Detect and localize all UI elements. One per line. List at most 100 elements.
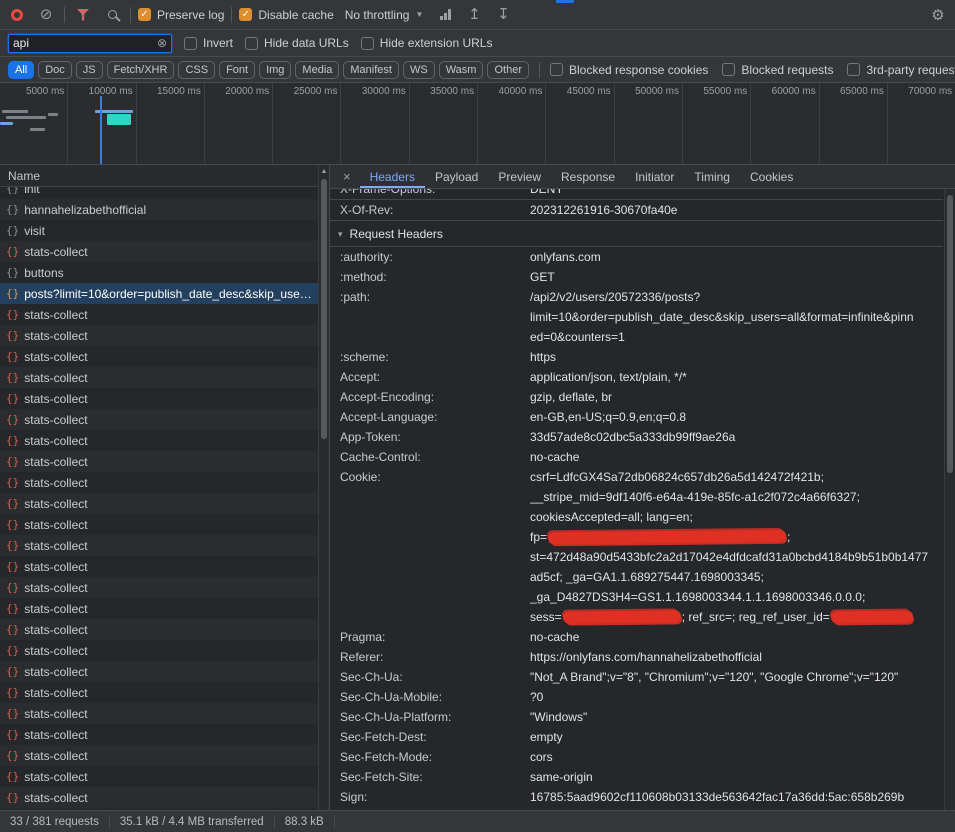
request-row[interactable]: {} stats-collect [0, 766, 318, 787]
checkbox-3rd-party-requests[interactable]: ✓3rd-party requests [847, 63, 955, 77]
name-header-label: Name [8, 169, 40, 183]
request-row[interactable]: {}stats-collect [0, 430, 318, 451]
clear-button[interactable]: ⊘ [35, 4, 57, 26]
file-type-icon: {} [6, 770, 19, 783]
tab-cookies[interactable]: Cookies [740, 165, 803, 188]
tab-initiator[interactable]: Initiator [625, 165, 684, 188]
disable-cache-checkbox[interactable]: ✓ Disable cache [239, 8, 333, 22]
throttling-dropdown[interactable]: No throttling ▼ [341, 8, 428, 22]
timeline-tick: 35000 ms [410, 83, 478, 164]
header-value-line: _ga_D4827DS3H4=GS1.1.1698003344.1.1.1698… [530, 587, 937, 607]
header-row: Sec-Ch-Ua-Mobile:?0 [330, 687, 943, 707]
filter-input[interactable] [13, 36, 157, 50]
tab-preview[interactable]: Preview [488, 165, 551, 188]
file-type-icon: {} [6, 749, 19, 762]
tab-payload[interactable]: Payload [425, 165, 488, 188]
filter-toggle-button[interactable] [72, 4, 94, 26]
request-row[interactable]: {}stats-collect [0, 556, 318, 577]
type-filter-manifest[interactable]: Manifest [343, 61, 399, 79]
request-row[interactable]: {}stats-collect [0, 787, 318, 808]
scroll-up-icon[interactable]: ▲ [319, 165, 329, 175]
type-filter-doc[interactable]: Doc [38, 61, 72, 79]
checkbox-blocked-response-cookies[interactable]: ✓Blocked response cookies [550, 63, 708, 77]
request-row[interactable]: {}stats-collect [0, 682, 318, 703]
request-row[interactable]: {}stats-collect [0, 241, 318, 262]
request-row[interactable]: {}stats-collect [0, 493, 318, 514]
type-filter-font[interactable]: Font [219, 61, 255, 79]
type-filter-img[interactable]: Img [259, 61, 291, 79]
header-name: Sign: [340, 787, 530, 807]
import-har-button[interactable]: ↥ [463, 4, 485, 26]
network-conditions-button[interactable] [434, 4, 456, 26]
tab-timing[interactable]: Timing [684, 165, 740, 188]
request-row[interactable]: {}stats-collect [0, 367, 318, 388]
type-filter-bar: AllDocJSFetch/XHRCSSFontImgMediaManifest… [0, 57, 955, 83]
request-row[interactable]: {}visit [0, 220, 318, 241]
type-filter-css[interactable]: CSS [178, 61, 215, 79]
request-name: stats-collect [24, 329, 87, 343]
header-value: DENY [530, 189, 943, 199]
detail-tabs: HeadersPayloadPreviewResponseInitiatorTi… [360, 165, 804, 188]
request-row[interactable]: {}stats-collect [0, 535, 318, 556]
checkbox-blocked-requests[interactable]: ✓Blocked requests [722, 63, 833, 77]
scrollbar-thumb[interactable] [321, 179, 327, 439]
detail-scrollbar[interactable] [944, 189, 955, 810]
record-button[interactable] [6, 4, 28, 26]
request-name: stats-collect [24, 770, 87, 784]
search-button[interactable] [101, 4, 123, 26]
request-row[interactable]: {}stats-collect [0, 745, 318, 766]
request-row[interactable]: {}stats-collect [0, 619, 318, 640]
search-icon [108, 10, 117, 19]
export-har-button[interactable]: ↧ [492, 4, 514, 26]
checkbox-unchecked-icon: ✓ [847, 63, 860, 76]
type-filter-other[interactable]: Other [487, 61, 529, 79]
type-filter-fetch-xhr[interactable]: Fetch/XHR [107, 61, 175, 79]
overview-activity-bar [2, 110, 28, 113]
request-row[interactable]: {}posts?limit=10&order=publish_date_desc… [0, 283, 318, 304]
request-name: stats-collect [24, 560, 87, 574]
type-filter-media[interactable]: Media [295, 61, 339, 79]
request-row[interactable]: {}stats-collect [0, 451, 318, 472]
type-filter-all[interactable]: All [8, 61, 34, 79]
request-row[interactable]: {}stats-collect [0, 304, 318, 325]
name-column-header[interactable]: Name [0, 165, 329, 187]
type-filter-ws[interactable]: WS [403, 61, 435, 79]
request-row[interactable]: {}stats-collect [0, 724, 318, 745]
request-row[interactable]: {}stats-collect [0, 388, 318, 409]
invert-checkbox[interactable]: ✓ Invert [184, 36, 233, 50]
redaction-scribble [831, 611, 913, 624]
request-row[interactable]: {}hannahelizabethofficial [0, 199, 318, 220]
request-name: stats-collect [24, 413, 87, 427]
tab-headers[interactable]: Headers [360, 165, 425, 188]
header-name: Sec-Fetch-Mode: [340, 747, 530, 767]
timeline-overview[interactable]: 5000 ms10000 ms15000 ms20000 ms25000 ms3… [0, 83, 955, 165]
preserve-log-checkbox[interactable]: ✓ Preserve log [138, 8, 224, 22]
clear-filter-icon[interactable]: ⊗ [157, 36, 167, 50]
preserve-log-label: Preserve log [157, 8, 224, 22]
scrollbar-thumb[interactable] [947, 195, 953, 473]
type-filter-js[interactable]: JS [76, 61, 103, 79]
header-value: https://onlyfans.com/hannahelizabethoffi… [530, 647, 943, 667]
upload-icon: ↥ [468, 7, 481, 22]
request-headers-section[interactable]: ▾Request Headers [330, 221, 943, 247]
settings-gear-button[interactable]: ⚙ [927, 4, 949, 26]
request-row[interactable]: {}stats-collect [0, 640, 318, 661]
hide-extension-urls-checkbox[interactable]: ✓ Hide extension URLs [361, 36, 493, 50]
type-filter-wasm[interactable]: Wasm [439, 61, 484, 79]
tab-response[interactable]: Response [551, 165, 625, 188]
request-row[interactable]: {}stats-collect [0, 514, 318, 535]
request-row[interactable]: {}stats-collect [0, 346, 318, 367]
request-row[interactable]: {}stats-collect [0, 703, 318, 724]
request-row[interactable]: {}buttons [0, 262, 318, 283]
request-list-scrollbar[interactable]: ▲ [318, 165, 329, 810]
request-row[interactable]: {}stats-collect [0, 661, 318, 682]
close-icon[interactable]: × [334, 165, 360, 188]
hide-data-urls-checkbox[interactable]: ✓ Hide data URLs [245, 36, 349, 50]
request-name: stats-collect [24, 434, 87, 448]
request-row[interactable]: {}stats-collect [0, 325, 318, 346]
request-row[interactable]: {}stats-collect [0, 598, 318, 619]
request-row[interactable]: {}stats-collect [0, 472, 318, 493]
request-row[interactable]: {}stats-collect [0, 577, 318, 598]
request-row[interactable]: {}init [0, 187, 318, 199]
request-row[interactable]: {}stats-collect [0, 409, 318, 430]
